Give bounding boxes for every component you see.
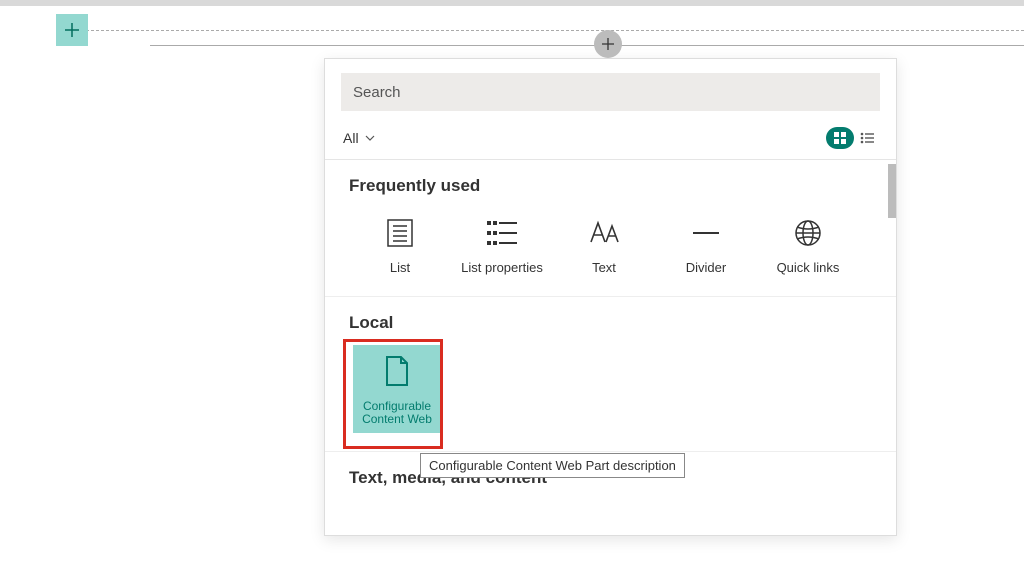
grid-icon bbox=[834, 132, 846, 144]
webpart-list[interactable]: List bbox=[349, 208, 451, 288]
category-filter-dropdown[interactable]: All bbox=[343, 130, 375, 146]
search-input[interactable] bbox=[341, 73, 880, 111]
divider-icon bbox=[689, 216, 723, 250]
list-view-button[interactable] bbox=[856, 127, 878, 149]
webpart-row: List List properties Text bbox=[349, 208, 872, 288]
chevron-down-icon bbox=[365, 132, 375, 144]
toolbox-scroll-area: Frequently used List List properties bbox=[325, 159, 896, 535]
webpart-list-properties[interactable]: List properties bbox=[451, 208, 553, 288]
plus-icon bbox=[64, 22, 80, 38]
section-frequently-used: Frequently used List List properties bbox=[325, 160, 896, 297]
scrollbar-thumb[interactable] bbox=[888, 164, 896, 218]
grid-view-button[interactable] bbox=[826, 127, 854, 149]
view-toggle bbox=[826, 127, 878, 149]
webpart-label: List bbox=[390, 260, 410, 276]
section-title: Local bbox=[349, 313, 872, 333]
globe-icon bbox=[794, 216, 822, 250]
webpart-label: List properties bbox=[461, 260, 543, 276]
tooltip: Configurable Content Web Part descriptio… bbox=[420, 453, 685, 478]
section-title: Frequently used bbox=[349, 176, 872, 196]
page-icon bbox=[384, 355, 410, 392]
webpart-configurable-content[interactable]: Configurable Content Web bbox=[353, 345, 441, 434]
list-properties-icon bbox=[487, 216, 517, 250]
list-icon bbox=[387, 216, 413, 250]
webpart-label: Quick links bbox=[777, 260, 840, 276]
webpart-quick-links[interactable]: Quick links bbox=[757, 208, 859, 288]
webpart-label: Configurable Content Web bbox=[362, 400, 432, 428]
add-section-button[interactable] bbox=[56, 14, 88, 46]
toolbox-filter-bar: All bbox=[325, 123, 896, 159]
tooltip-text: Configurable Content Web Part descriptio… bbox=[429, 458, 676, 473]
section-horizontal-rule bbox=[150, 45, 1024, 46]
section-divider-line bbox=[56, 30, 1024, 31]
webpart-label: Divider bbox=[686, 260, 726, 276]
dropdown-label: All bbox=[343, 130, 359, 146]
plus-icon bbox=[601, 37, 615, 51]
webpart-row: Configurable Content Web bbox=[349, 345, 872, 434]
webpart-label: Text bbox=[592, 260, 616, 276]
add-webpart-button[interactable] bbox=[594, 30, 622, 58]
top-edge bbox=[0, 0, 1024, 6]
webpart-divider[interactable]: Divider bbox=[655, 208, 757, 288]
toolbox-header bbox=[325, 59, 896, 123]
text-icon bbox=[587, 216, 621, 250]
list-view-icon bbox=[860, 132, 874, 144]
webpart-text[interactable]: Text bbox=[553, 208, 655, 288]
section-local: Local Configurable Content Web bbox=[325, 297, 896, 453]
